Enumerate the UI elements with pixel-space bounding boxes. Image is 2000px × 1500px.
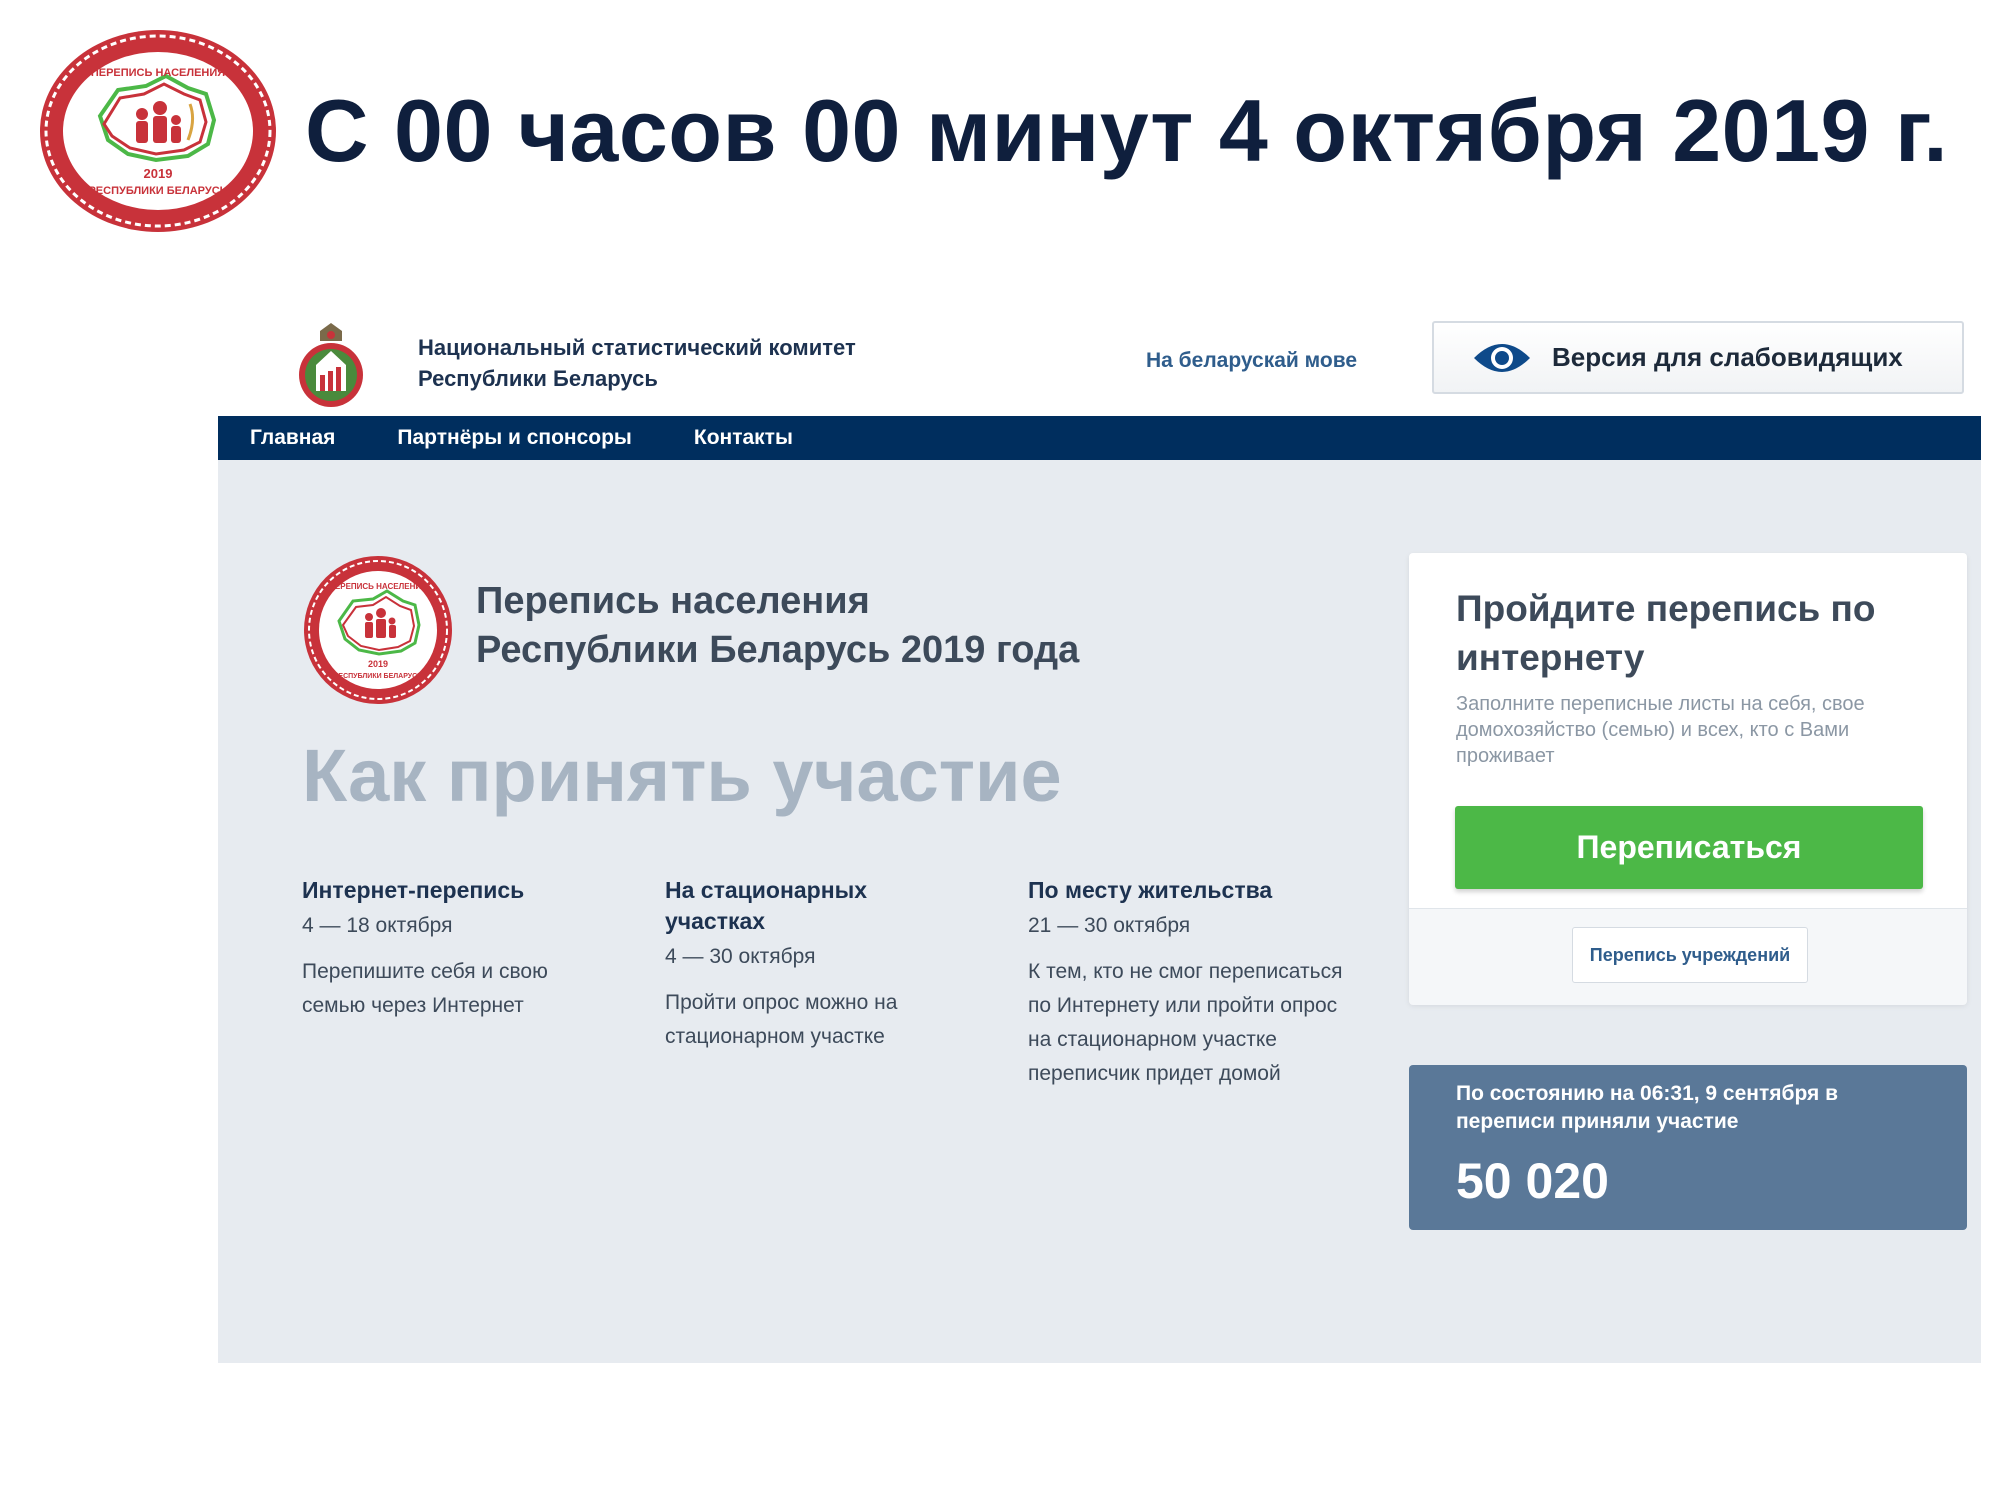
method-column-stationary: На стационарных участках 4 — 30 октября … [665,875,985,1054]
emblem-icon [298,321,364,415]
svg-text:РЕСПУБЛИКИ БЕЛАРУСЬ: РЕСПУБЛИКИ БЕЛАРУСЬ [334,673,423,680]
method-column-internet: Интернет-перепись 4 — 18 октября Перепиш… [302,875,622,1023]
method-title: Интернет-перепись [302,877,525,903]
website-screenshot: Национальный статистический комитет Респ… [218,315,1981,1363]
nav-item-partners[interactable]: Партнёры и спонсоры [397,426,631,450]
method-description: Перепишите себя и свою семью через Интер… [302,960,548,1017]
census-logo-small: ПЕРЕПИСЬ НАСЕЛЕНИЯ 2019 РЕСПУБЛИКИ БЕЛАР… [303,555,453,705]
svg-text:2019: 2019 [368,659,388,669]
svg-text:ПЕРЕПИСЬ НАСЕЛЕНИЯ: ПЕРЕПИСЬ НАСЕЛЕНИЯ [329,582,427,591]
method-dates: 4 — 18 октября [302,914,453,937]
org-name: Национальный статистический комитет Респ… [418,335,856,391]
eye-icon [1474,343,1530,372]
census-logo: ПЕРЕПИСЬ НАСЕЛЕНИЯ 2019 РЕСПУБЛИКИ БЕЛАР… [38,28,278,234]
census-title: Перепись населения Республики Беларусь 2… [476,580,1080,671]
main-nav: Главная Партнёры и спонсоры Контакты [218,416,1981,460]
svg-text:2019: 2019 [144,166,173,181]
online-census-card: Пройдите перепись по интернету Заполните… [1409,553,1967,1005]
method-dates: 4 — 30 октября [665,945,816,968]
participate-heading: Как принять участие [302,734,1062,817]
accessibility-version-label: Версия для слабовидящих [1552,342,1903,372]
participants-count: 50 020 [1456,1153,1609,1209]
take-census-button[interactable]: Переписаться [1455,806,1923,889]
nav-item-contacts[interactable]: Контакты [694,426,793,450]
method-title: На стационарных участках [665,877,868,934]
participation-stats: По состоянию на 06:31, 9 сентября в пере… [1409,1065,1967,1230]
method-description: К тем, кто не смог переписаться по Интер… [1028,960,1343,1085]
card-title: Пройдите перепись по интернету [1456,588,1876,678]
nav-item-home[interactable]: Главная [250,426,335,450]
card-description: Заполните переписные листы на себя, свое… [1456,693,1865,767]
site-header: Национальный статистический комитет Респ… [218,315,1981,416]
card-footer: Перепись учреждений [1409,908,1967,1005]
svg-text:РЕСПУБЛИКИ БЕЛАРУСЬ: РЕСПУБЛИКИ БЕЛАРУСЬ [88,185,227,197]
language-link[interactable]: На беларускай мове [1146,349,1357,373]
slide-title: С 00 часов 00 минут 4 октября 2019 г. [305,81,1949,180]
institutions-census-button[interactable]: Перепись учреждений [1572,927,1808,983]
accessibility-version-button[interactable]: Версия для слабовидящих [1432,321,1964,394]
method-dates: 21 — 30 октября [1028,914,1191,937]
svg-text:ПЕРЕПИСЬ НАСЕЛЕНИЯ: ПЕРЕПИСЬ НАСЕЛЕНИЯ [91,67,225,79]
method-description: Пройти опрос можно на стационарном участ… [665,991,898,1048]
method-title: По месту жительства [1028,877,1273,903]
method-column-residence: По месту жительства 21 — 30 октября К те… [1028,875,1348,1091]
stats-caption: По состоянию на 06:31, 9 сентября в пере… [1456,1082,1839,1133]
